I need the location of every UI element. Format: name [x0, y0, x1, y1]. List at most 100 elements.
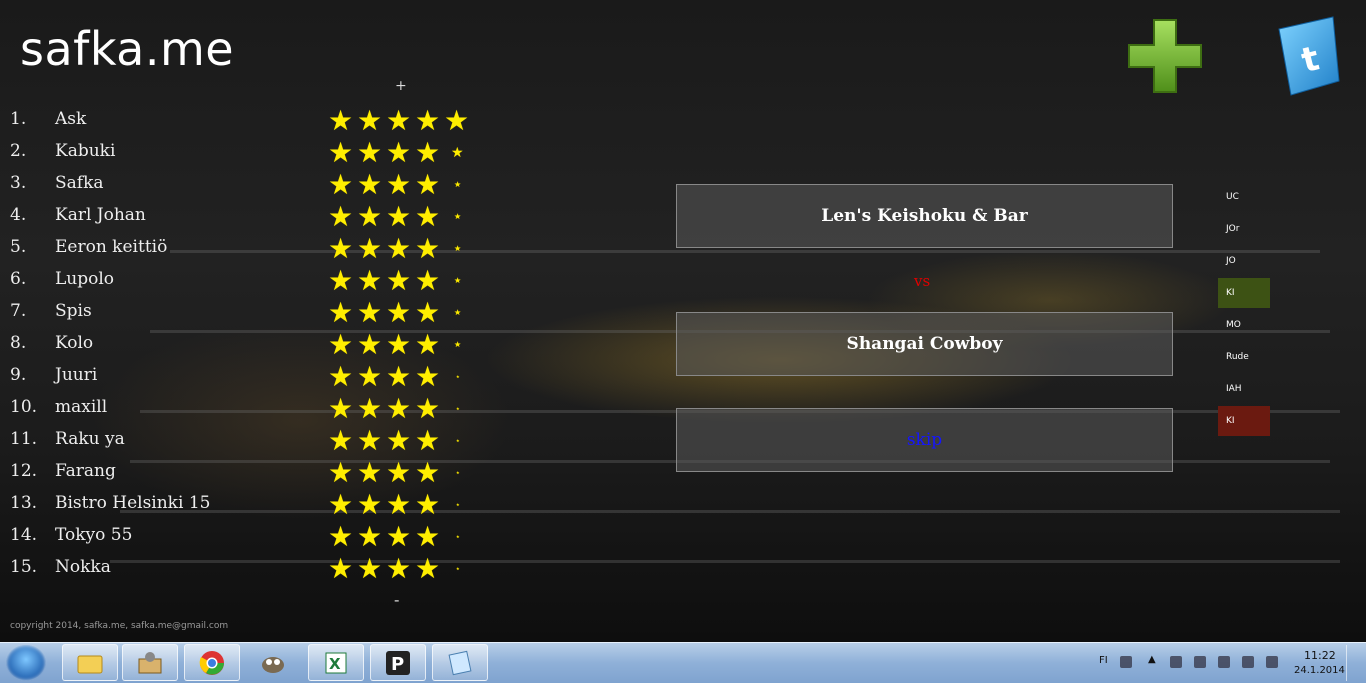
ranking-row[interactable]: 7. Spis ★ ★ ★ ★ ★: [0, 296, 480, 328]
star-icon: ★: [456, 438, 460, 443]
gimp-icon: [262, 656, 284, 673]
star-icon: ★: [386, 520, 412, 553]
side-panel-item[interactable]: JOr: [1218, 214, 1270, 244]
device-taskbar-button[interactable]: [122, 644, 178, 681]
keyboard-icon[interactable]: [1120, 656, 1132, 668]
star-icon: ★: [454, 180, 462, 189]
svg-text:X: X: [329, 655, 341, 673]
volume-icon[interactable]: [1242, 656, 1254, 668]
star-icon: ★: [357, 328, 383, 361]
star-icon: ★: [415, 520, 441, 553]
star-icon: ★: [328, 488, 354, 521]
star-icon: ★: [454, 212, 462, 221]
star-icon: ★: [415, 328, 441, 361]
star-icon: ★: [415, 552, 441, 585]
star-icon: ★: [456, 534, 460, 539]
rank-number: 9.: [10, 365, 27, 385]
star-icon: ★: [357, 168, 383, 201]
restaurant-name: Juuri: [55, 365, 98, 385]
skip-button[interactable]: skip: [676, 408, 1173, 472]
side-panel-item[interactable]: UC: [1218, 182, 1270, 212]
restaurant-name: Eeron keittiö: [55, 237, 168, 257]
rank-number: 8.: [10, 333, 27, 353]
star-icon: ★: [454, 244, 462, 253]
side-panel-item[interactable]: KI: [1218, 406, 1270, 436]
rank-number: 11.: [10, 429, 38, 449]
ranking-row[interactable]: 4. Karl Johan ★ ★ ★ ★ ★: [0, 200, 480, 232]
twitter-button[interactable]: t: [1277, 15, 1341, 97]
dropbox-icon[interactable]: [1266, 656, 1278, 668]
pearltrees-icon: P: [386, 650, 410, 675]
star-icon: ★: [415, 168, 441, 201]
star-icon: ★: [456, 566, 460, 571]
site-logo[interactable]: safka.me: [20, 22, 234, 76]
add-restaurant-button[interactable]: [1127, 18, 1203, 94]
language-indicator[interactable]: FI: [1099, 655, 1108, 666]
star-icon: ★: [328, 232, 354, 265]
ranking-row[interactable]: 12. Farang ★ ★ ★ ★ ★: [0, 456, 480, 488]
rank-number: 7.: [10, 301, 27, 321]
ranking-row[interactable]: 5. Eeron keittiö ★ ★ ★ ★ ★: [0, 232, 480, 264]
pearltrees-taskbar-button[interactable]: P: [370, 644, 426, 681]
side-panel-item[interactable]: Rude: [1218, 342, 1270, 372]
ranking-row[interactable]: 8. Kolo ★ ★ ★ ★ ★: [0, 328, 480, 360]
rating-scale-minus[interactable]: -: [394, 590, 399, 609]
vs-label: vs: [914, 272, 931, 290]
star-icon: ★: [456, 374, 460, 379]
star-icon: ★: [386, 232, 412, 265]
ranking-row[interactable]: 10. maxill ★ ★ ★ ★ ★: [0, 392, 480, 424]
matchup-option-a-button[interactable]: Len's Keishoku & Bar: [676, 184, 1173, 248]
star-icon: ★: [328, 360, 354, 393]
side-panel-item[interactable]: IAH: [1218, 374, 1270, 404]
star-icon: ★: [357, 200, 383, 233]
star-icon: ★: [386, 168, 412, 201]
clock-date[interactable]: 24.1.2014: [1294, 665, 1345, 676]
ranking-row[interactable]: 13. Bistro Helsinki 15 ★ ★ ★ ★ ★: [0, 488, 480, 520]
star-icon: ★: [456, 502, 460, 507]
rank-number: 3.: [10, 173, 27, 193]
star-icon: ★: [328, 104, 354, 137]
rank-number: 5.: [10, 237, 27, 257]
show-desktop-button[interactable]: [1346, 645, 1361, 681]
side-panel-item[interactable]: MO: [1218, 310, 1270, 340]
ranking-row[interactable]: 2. Kabuki ★ ★ ★ ★ ★: [0, 136, 480, 168]
chrome-taskbar-button[interactable]: [184, 644, 240, 681]
star-icon: ★: [386, 552, 412, 585]
ranking-row[interactable]: 1. Ask ★ ★ ★ ★ ★: [0, 104, 480, 136]
rating-scale-plus[interactable]: +: [395, 78, 407, 94]
action-center-flag-icon[interactable]: [1170, 656, 1182, 668]
star-icon: ★: [357, 360, 383, 393]
ranking-row[interactable]: 15. Nokka ★ ★ ★ ★ ★: [0, 552, 480, 584]
gimp-taskbar-button[interactable]: [245, 644, 301, 681]
star-icon: ★: [386, 488, 412, 521]
matchup-option-b-button[interactable]: Shangai Cowboy: [676, 312, 1173, 376]
ranking-row[interactable]: 9. Juuri ★ ★ ★ ★ ★: [0, 360, 480, 392]
side-panel-item[interactable]: KI: [1218, 278, 1270, 308]
windows-start-button[interactable]: [6, 645, 46, 681]
ranking-row[interactable]: 14. Tokyo 55 ★ ★ ★ ★ ★: [0, 520, 480, 552]
restaurant-name: Kolo: [55, 333, 94, 353]
star-icon: ★: [386, 328, 412, 361]
windows-taskbar: X P FI ▲ 11:22 24.1.2014: [0, 642, 1366, 683]
network-signal-icon[interactable]: [1194, 656, 1206, 668]
ranking-row[interactable]: 6. Lupolo ★ ★ ★ ★ ★: [0, 264, 480, 296]
clock-time[interactable]: 11:22: [1304, 649, 1336, 662]
power-icon[interactable]: [1218, 656, 1230, 668]
excel-icon: X: [325, 652, 347, 673]
ranking-row[interactable]: 11. Raku ya ★ ★ ★ ★ ★: [0, 424, 480, 456]
show-hidden-icons-icon[interactable]: ▲: [1148, 654, 1156, 665]
star-icon: ★: [328, 136, 354, 169]
star-icon: ★: [357, 488, 383, 521]
excel-taskbar-button[interactable]: X: [308, 644, 364, 681]
star-icon: ★: [415, 424, 441, 457]
star-icon: ★: [357, 136, 383, 169]
notepad-taskbar-button[interactable]: [432, 644, 488, 681]
star-icon: ★: [454, 308, 462, 317]
restaurant-name: Spis: [55, 301, 92, 321]
ranking-row[interactable]: 3. Safka ★ ★ ★ ★ ★: [0, 168, 480, 200]
restaurant-name: Ask: [55, 109, 87, 129]
notepad-icon: [448, 650, 472, 675]
rank-number: 15.: [10, 557, 38, 577]
side-panel-item[interactable]: JO: [1218, 246, 1270, 276]
file-explorer-taskbar-button[interactable]: [62, 644, 118, 681]
